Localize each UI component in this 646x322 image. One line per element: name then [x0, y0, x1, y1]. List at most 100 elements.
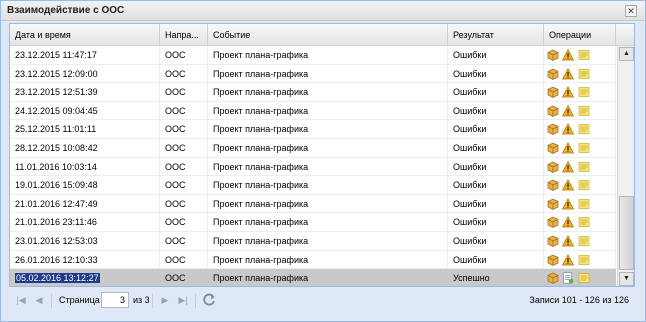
cell-date: 25.12.2015 11:01:11 [10, 120, 160, 139]
note-icon[interactable] [578, 216, 590, 228]
interaction-window: Взаимодействие с ООС ✕ Дата и время Напр… [0, 0, 646, 322]
note-icon[interactable] [578, 254, 590, 266]
warning-icon[interactable] [561, 123, 575, 135]
warning-icon[interactable] [561, 179, 575, 191]
cell-operations [544, 83, 616, 102]
box-icon[interactable] [547, 68, 559, 80]
cell-event: Проект плана-графика [208, 269, 448, 286]
window-titlebar[interactable]: Взаимодействие с ООС ✕ [1, 1, 645, 21]
box-icon[interactable] [547, 235, 559, 247]
note-icon[interactable] [578, 272, 590, 284]
cell-date: 23.12.2015 12:09:00 [10, 64, 160, 83]
warning-icon[interactable] [561, 253, 575, 266]
warning-icon[interactable] [561, 235, 575, 247]
last-page-icon[interactable]: ▶| [177, 294, 189, 306]
cell-event: Проект плана-графика [208, 194, 448, 213]
cell-result: Ошибки [448, 213, 544, 232]
box-icon[interactable] [547, 179, 559, 192]
cell-date: 23.01.2016 12:53:03 [10, 232, 160, 250]
warning-icon[interactable] [561, 216, 575, 228]
box-icon[interactable] [547, 272, 559, 285]
cell-operations [544, 213, 616, 232]
refresh-icon[interactable] [201, 292, 217, 308]
cell-direction: ООС [160, 83, 208, 102]
warning-icon[interactable] [561, 49, 575, 61]
box-icon[interactable] [547, 105, 559, 117]
toolbar-separator [51, 293, 52, 308]
warning-icon[interactable] [561, 197, 575, 210]
cell-date: 21.01.2016 12:47:49 [10, 194, 160, 213]
scrollbar-thumb[interactable] [619, 196, 634, 270]
table-row[interactable]: 19.01.2016 15:09:48 ООС Проект плана-графи… [10, 176, 616, 195]
cell-result: Ошибки [448, 232, 544, 250]
cell-result: Ошибки [448, 194, 544, 213]
paging-toolbar: |◀ ◀ Страница из 3 ▶ ▶| Записи 101 - 126… [9, 288, 635, 314]
column-header-date[interactable]: Дата и время [10, 24, 160, 46]
warning-icon[interactable] [561, 86, 575, 98]
note-icon[interactable] [578, 179, 590, 191]
cell-operations [544, 269, 616, 286]
close-icon[interactable]: ✕ [625, 5, 637, 17]
note-icon[interactable] [578, 198, 590, 210]
column-header-direction[interactable]: Напра... [160, 24, 208, 46]
warning-icon[interactable] [561, 142, 575, 154]
cell-operations [544, 64, 616, 83]
table-row[interactable]: 05.02.2016 13:12:27 ООС Проект плана-графи… [10, 269, 616, 286]
column-header-result[interactable]: Результат [448, 24, 544, 46]
table-row[interactable]: 23.12.2015 11:47:17 ООС Проект плана-графи… [10, 46, 616, 65]
box-icon[interactable] [547, 142, 559, 154]
box-icon[interactable] [547, 49, 559, 61]
box-icon[interactable] [547, 254, 559, 266]
note-icon[interactable] [578, 142, 590, 154]
cell-operations [544, 232, 616, 250]
cell-date: 23.12.2015 12:51:39 [10, 83, 160, 102]
box-icon[interactable] [547, 216, 559, 229]
table-row[interactable]: 25.12.2015 11:01:11 ООС Проект плана-графи… [10, 120, 616, 139]
note-icon[interactable] [578, 49, 590, 61]
note-icon[interactable] [578, 123, 590, 135]
previous-page-icon[interactable]: ◀ [33, 294, 45, 306]
table-row[interactable]: 23.12.2015 12:09:00 ООС Проект плана-графи… [10, 64, 616, 84]
column-header-event[interactable]: Событие [208, 24, 448, 46]
cell-direction: ООС [160, 194, 208, 213]
cell-direction: ООС [160, 157, 208, 176]
warning-icon[interactable] [561, 160, 575, 173]
scroll-up-icon[interactable]: ▲ [619, 47, 634, 61]
cell-date: 24.12.2015 09:04:45 [10, 101, 160, 120]
note-icon[interactable] [578, 68, 590, 80]
column-header-operations[interactable]: Операции [544, 24, 616, 46]
first-page-icon[interactable]: |◀ [15, 294, 27, 306]
cell-operations [544, 139, 616, 157]
cell-event: Проект плана-графика [208, 213, 448, 232]
table-row[interactable]: 21.01.2016 12:47:49 ООС Проект плана-графи… [10, 194, 616, 214]
table-row[interactable]: 23.01.2016 12:53:03 ООС Проект плана-графи… [10, 232, 616, 251]
table-row[interactable]: 21.01.2016 23:11:46 ООС Проект плана-графи… [10, 213, 616, 232]
cell-event: Проект плана-графика [208, 176, 448, 195]
cell-result: Ошибки [448, 83, 544, 102]
cell-result: Ошибки [448, 46, 544, 64]
page-number-input[interactable] [101, 292, 129, 308]
cell-date-selected-text: 05.02.2016 13:12:27 [15, 273, 100, 284]
note-icon[interactable] [578, 161, 590, 173]
table-row[interactable]: 28.12.2015 10:08:42 ООС Проект плана-графи… [10, 139, 616, 158]
box-icon[interactable] [547, 123, 559, 136]
box-icon[interactable] [547, 86, 559, 99]
next-page-icon[interactable]: ▶ [159, 294, 171, 306]
scroll-down-icon[interactable]: ▼ [619, 272, 634, 286]
vertical-scrollbar[interactable]: ▲ ▼ [617, 46, 634, 286]
note-icon[interactable] [578, 105, 590, 117]
note-icon[interactable] [578, 235, 590, 247]
warning-icon[interactable] [561, 104, 575, 117]
table-row[interactable]: 26.01.2016 12:10:33 ООС Проект плана-графи… [10, 250, 616, 270]
table-row[interactable]: 24.12.2015 09:04:45 ООС Проект плана-графи… [10, 101, 616, 121]
cell-direction: ООС [160, 64, 208, 83]
note-icon[interactable] [578, 86, 590, 98]
box-icon[interactable] [547, 161, 559, 173]
box-icon[interactable] [547, 198, 559, 210]
table-row[interactable]: 23.12.2015 12:51:39 ООС Проект плана-графи… [10, 83, 616, 102]
document-icon[interactable] [562, 272, 574, 284]
table-row[interactable]: 11.01.2016 10:03:14 ООС Проект плана-графи… [10, 157, 616, 177]
warning-icon[interactable] [561, 67, 575, 80]
cell-operations [544, 250, 616, 269]
events-grid: Дата и время Напра... Событие Результат … [9, 23, 635, 287]
